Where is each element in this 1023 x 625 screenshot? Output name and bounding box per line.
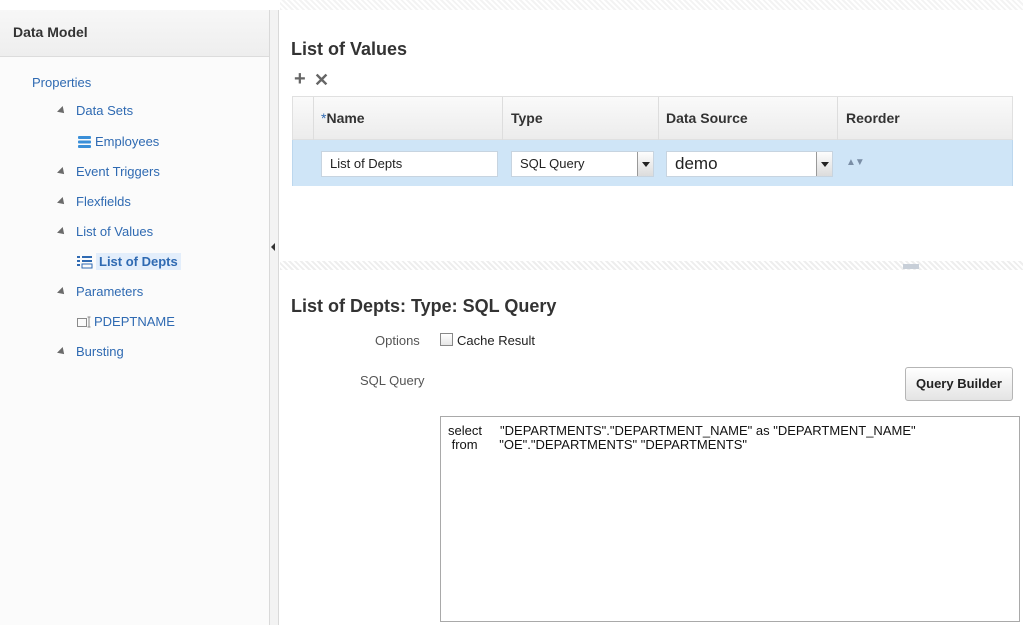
tree-item-pdeptname[interactable]: PDEPTNAME (77, 311, 175, 333)
dropdown-arrow-icon[interactable] (816, 152, 832, 176)
data-model-panel: Data Model Properties Data Sets Employee… (0, 10, 270, 625)
tree-item-list-of-values[interactable]: List of Values (57, 221, 154, 243)
collapse-arrow-icon[interactable] (271, 243, 275, 251)
tree-item-label: Parameters (76, 284, 144, 299)
expand-triangle-icon[interactable] (57, 346, 67, 357)
tree-item-bursting[interactable]: Bursting (57, 341, 124, 363)
column-header-name: *Name (321, 110, 365, 126)
tree-item-employees[interactable]: Employees (78, 131, 159, 153)
column-divider (313, 97, 314, 141)
detail-title: List of Depts: Type: SQL Query (291, 296, 557, 316)
tree-item-properties[interactable]: Properties (32, 72, 91, 94)
tree-item-label: List of Values (76, 224, 154, 239)
tree-item-label: Event Triggers (76, 164, 160, 179)
dropdown-arrow-icon[interactable] (637, 152, 653, 176)
column-divider (658, 97, 659, 141)
tree-item-event-triggers[interactable]: Event Triggers (57, 161, 160, 183)
panel-title: Data Model (0, 10, 269, 57)
top-divider (280, 0, 1023, 10)
column-header-type: Type (511, 110, 543, 126)
section-splitter[interactable] (280, 261, 1023, 270)
expand-triangle-icon[interactable] (57, 196, 67, 207)
splitter-handle-icon[interactable] (903, 264, 919, 269)
delete-icon[interactable]: ✕ (314, 70, 329, 90)
name-input[interactable]: List of Depts (321, 151, 498, 177)
tree-item-label: Data Sets (76, 103, 134, 118)
tree-item-label: Properties (32, 75, 92, 90)
cache-result-label[interactable]: Cache Result (457, 333, 535, 348)
type-select[interactable]: SQL Query (511, 151, 654, 177)
tree-item-list-of-depts[interactable]: List of Depts (77, 251, 181, 273)
expand-triangle-icon[interactable] (57, 166, 67, 177)
reorder-arrows-icon[interactable]: ▲▼ (846, 157, 865, 168)
lov-table: *Name Type Data Source Reorder List of D… (292, 96, 1013, 186)
add-icon[interactable]: + (294, 69, 306, 89)
tree-item-label: Employees (95, 134, 160, 149)
query-builder-button[interactable]: Query Builder (905, 367, 1013, 401)
tree-item-data-sets[interactable]: Data Sets (57, 100, 134, 122)
sql-query-textarea[interactable]: select "DEPARTMENTS"."DEPARTMENT_NAME" a… (440, 416, 1020, 622)
tree-item-flexfields[interactable]: Flexfields (57, 191, 131, 213)
data-source-select-value: demo (675, 154, 718, 173)
panel-splitter[interactable] (270, 10, 279, 625)
expand-triangle-icon[interactable] (57, 105, 67, 116)
tree-item-label: Bursting (76, 344, 124, 359)
cache-result-checkbox[interactable] (440, 333, 453, 346)
list-of-values-icon (77, 255, 93, 269)
column-divider (502, 97, 503, 141)
type-select-value: SQL Query (520, 156, 585, 171)
column-header-data-source: Data Source (666, 110, 748, 126)
main-content: List of Values + ✕ *Name Type Data Sourc… (280, 0, 1023, 625)
table-row[interactable]: List of Depts SQL Query demo ▲▼ (292, 140, 1013, 186)
sql-query-label: SQL Query (360, 373, 425, 388)
column-header-reorder: Reorder (846, 110, 900, 126)
column-divider (837, 97, 838, 141)
tree-item-parameters[interactable]: Parameters (57, 281, 144, 303)
tree-item-label: Flexfields (76, 194, 131, 209)
expand-triangle-icon[interactable] (57, 286, 67, 297)
options-label: Options (375, 333, 420, 348)
database-icon (78, 135, 91, 148)
tree-item-label: PDEPTNAME (94, 314, 175, 329)
column-label: Name (326, 110, 365, 126)
section-title: List of Values (291, 39, 408, 59)
expand-triangle-icon[interactable] (57, 226, 67, 237)
parameter-icon (77, 316, 91, 328)
tree-item-label: List of Depts (96, 253, 181, 270)
data-source-select[interactable]: demo (666, 151, 833, 177)
table-header: *Name Type Data Source Reorder (292, 96, 1013, 141)
